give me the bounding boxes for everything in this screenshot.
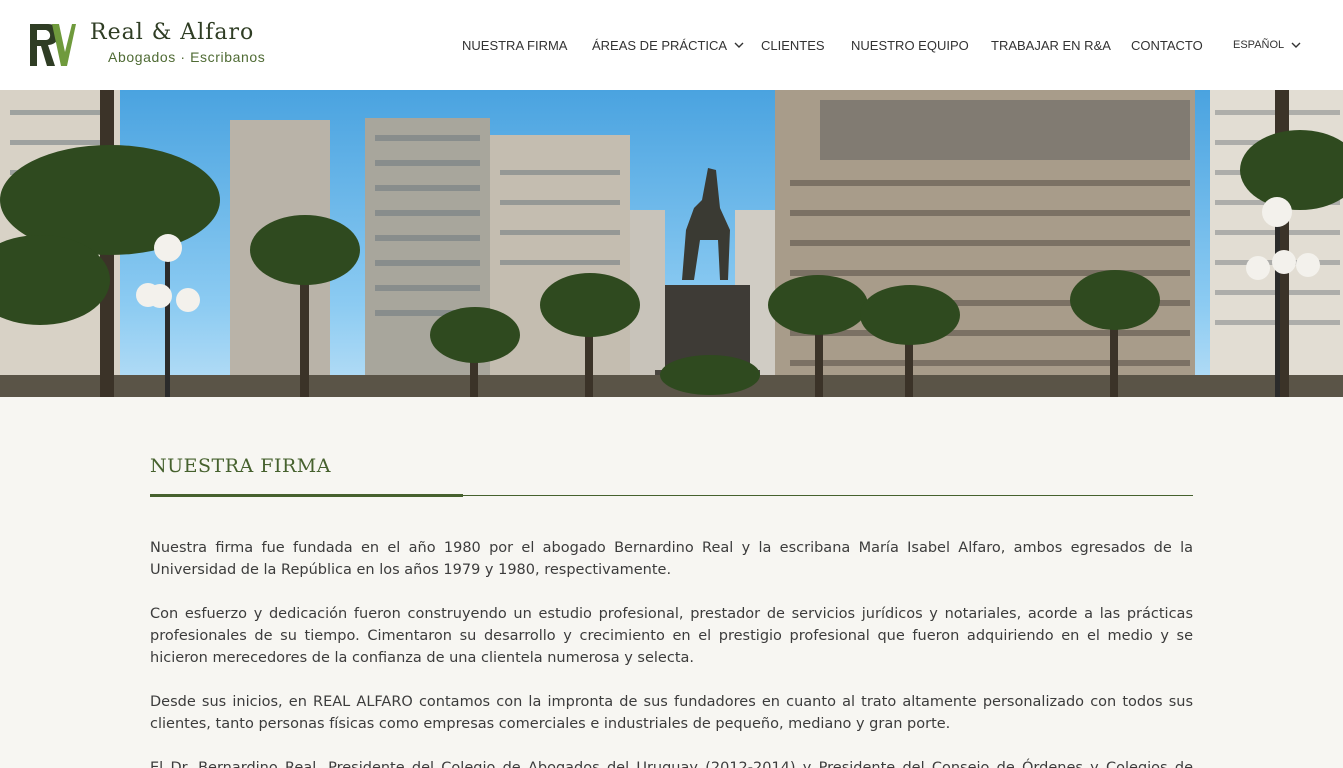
- chevron-down-icon: [734, 42, 744, 48]
- logo-mark-icon: [30, 24, 76, 66]
- language-label: ESPAÑOL: [1233, 39, 1285, 51]
- paragraph: Con esfuerzo y dedicación fueron constru…: [150, 606, 1193, 666]
- nav-label: NUESTRO EQUIPO: [851, 37, 969, 53]
- brand-title: Real & Alfaro: [90, 20, 255, 45]
- nav-label: TRABAJAR EN R&A: [991, 37, 1111, 53]
- plaza-independencia-illustration: [0, 90, 1343, 397]
- site-header: Real & Alfaro Abogados · Escribanos NUES…: [0, 0, 1343, 90]
- main-content: NUESTRA FIRMA Nuestra firma fue fundada …: [150, 455, 1193, 768]
- nav-label: CLIENTES: [761, 37, 825, 53]
- nav-nuestra-firma[interactable]: NUESTRA FIRMA: [462, 35, 567, 55]
- language-selector[interactable]: ESPAÑOL: [1233, 35, 1301, 55]
- nav-label: CONTACTO: [1131, 37, 1203, 53]
- chevron-down-icon: [1291, 42, 1301, 48]
- logo[interactable]: Real & Alfaro Abogados · Escribanos: [28, 20, 288, 70]
- nav-areas-de-practica[interactable]: ÁREAS DE PRÁCTICA: [592, 35, 744, 55]
- title-divider-accent: [150, 494, 463, 497]
- page-title: NUESTRA FIRMA: [150, 455, 331, 477]
- hero-image: [0, 90, 1343, 397]
- nav-contacto[interactable]: CONTACTO: [1131, 35, 1203, 55]
- paragraph: El Dr. Bernardino Real, Presidente del C…: [150, 760, 1193, 768]
- nav-label: ÁREAS DE PRÁCTICA: [592, 37, 728, 53]
- paragraph: Desde sus inicios, en REAL ALFARO contam…: [150, 694, 1193, 732]
- nav-nuestro-equipo[interactable]: NUESTRO EQUIPO: [851, 35, 969, 55]
- nav-clientes[interactable]: CLIENTES: [761, 35, 825, 55]
- brand-subtitle: Abogados · Escribanos: [108, 49, 266, 65]
- nav-label: NUESTRA FIRMA: [462, 37, 568, 53]
- paragraph: Nuestra firma fue fundada en el año 1980…: [150, 540, 1193, 578]
- nav-trabajar-en-ra[interactable]: TRABAJAR EN R&A: [991, 35, 1111, 55]
